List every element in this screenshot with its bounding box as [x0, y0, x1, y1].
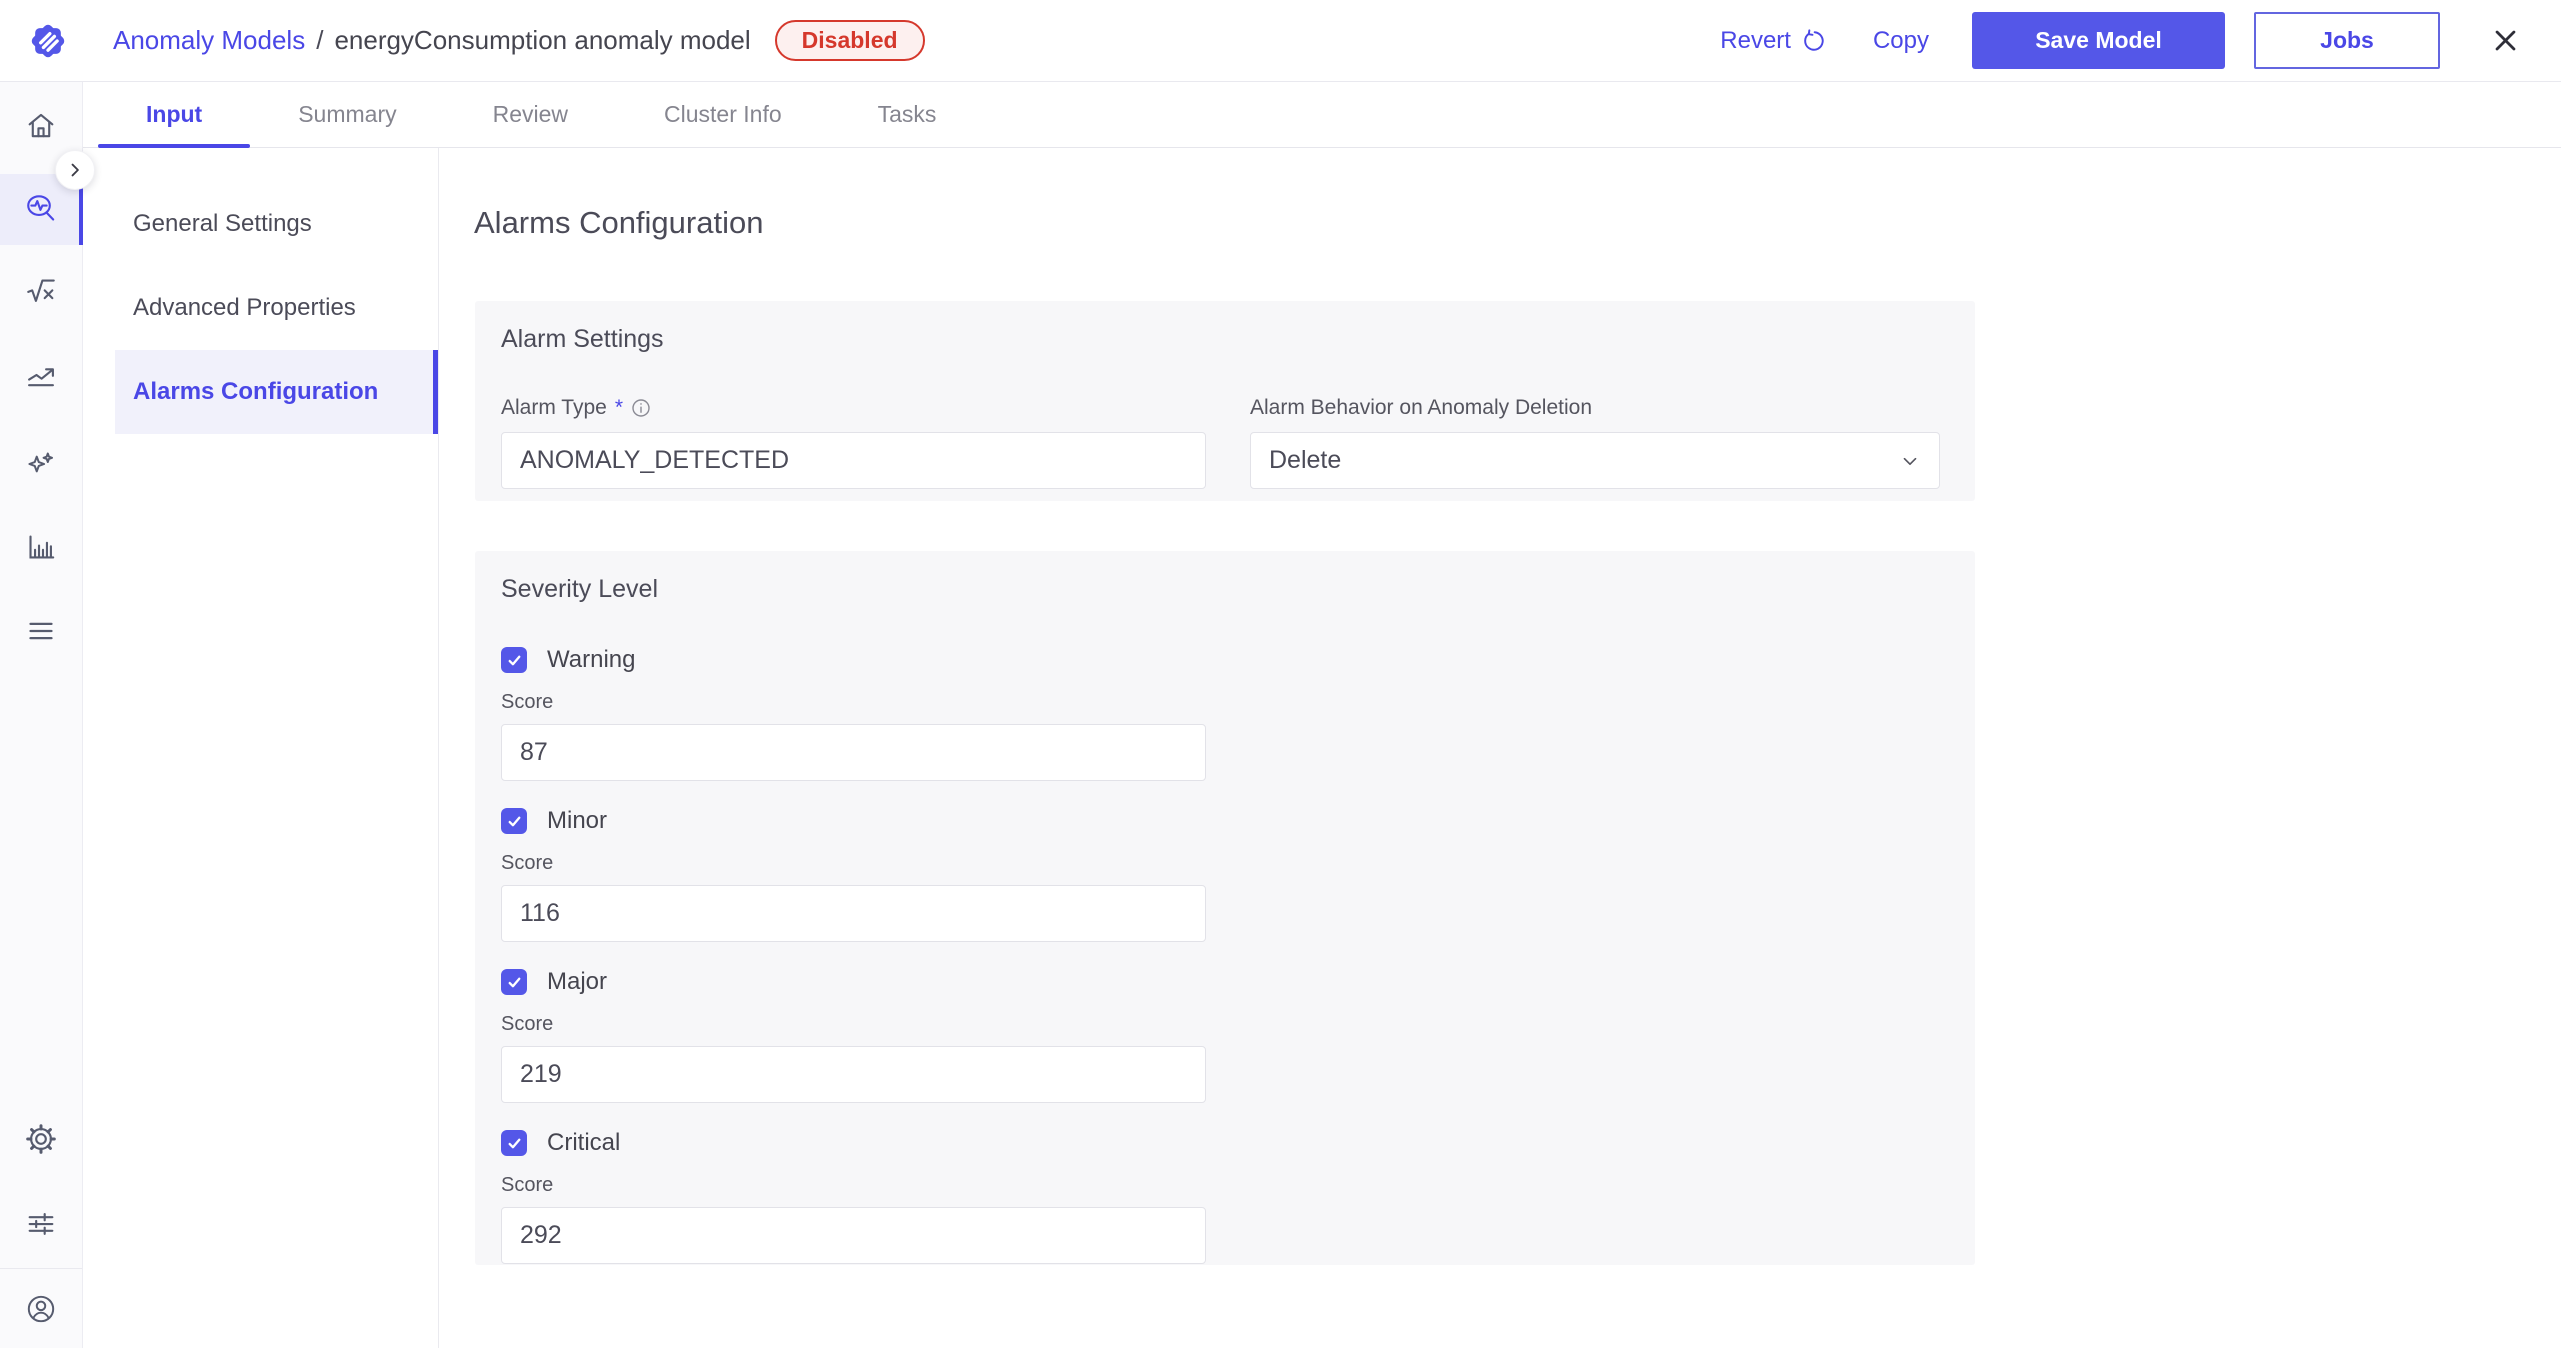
severity-row-major: Major Score	[501, 968, 1949, 1103]
breadcrumb-parent-link[interactable]: Anomaly Models	[113, 25, 305, 56]
warning-label: Warning	[547, 646, 636, 673]
alarm-behavior-label: Alarm Behavior on Anomaly Deletion	[1250, 396, 1940, 420]
main-content: Alarms Configuration Alarm Settings Alar…	[439, 148, 2561, 1348]
revert-button-label: Revert	[1720, 26, 1791, 54]
tab-input[interactable]: Input	[98, 82, 251, 148]
revert-button[interactable]: Revert	[1720, 27, 1827, 55]
critical-checkbox[interactable]	[501, 1130, 527, 1156]
jobs-button[interactable]: Jobs	[2254, 12, 2440, 69]
nav-item-general-settings[interactable]: General Settings	[115, 182, 438, 266]
alarm-behavior-selected-value: Delete	[1269, 446, 1342, 474]
minor-label: Minor	[547, 807, 608, 834]
warning-checkbox[interactable]	[501, 647, 527, 673]
save-model-button[interactable]: Save Model	[1972, 12, 2225, 69]
major-checkbox[interactable]	[501, 969, 527, 995]
severity-row-warning: Warning Score	[501, 646, 1949, 781]
tab-review[interactable]: Review	[445, 82, 616, 147]
functions-icon[interactable]	[24, 274, 58, 308]
status-badge: Disabled	[774, 20, 925, 61]
severity-level-card: Severity Level Warning Score Minor Score	[475, 551, 1975, 1265]
gear-icon[interactable]	[24, 1122, 58, 1156]
trends-icon[interactable]	[24, 360, 58, 394]
anomaly-search-icon	[24, 192, 58, 226]
menu-icon[interactable]	[24, 614, 58, 648]
score-label: Score	[501, 691, 554, 713]
tab-cluster-info[interactable]: Cluster Info	[616, 82, 830, 147]
alarm-settings-card: Alarm Settings Alarm Type * ANOMALY_DETE…	[475, 301, 1975, 501]
major-label: Major	[547, 968, 608, 995]
app-header: Anomaly Models / energyConsumption anoma…	[0, 0, 2561, 82]
copy-button-label: Copy	[1872, 26, 1929, 54]
score-label: Score	[501, 1013, 554, 1035]
nav-item-advanced-properties[interactable]: Advanced Properties	[115, 266, 438, 350]
severity-row-minor: Minor Score	[501, 807, 1949, 942]
profile-icon[interactable]	[24, 1292, 58, 1326]
breadcrumb: Anomaly Models / energyConsumption anoma…	[113, 25, 751, 56]
alarm-type-input[interactable]	[501, 432, 1206, 489]
score-label: Score	[501, 1174, 554, 1196]
tab-tasks[interactable]: Tasks	[830, 82, 985, 147]
chevron-down-icon	[1899, 450, 1921, 472]
info-icon[interactable]	[631, 398, 651, 418]
icon-rail	[0, 82, 83, 1348]
close-icon[interactable]	[2491, 26, 2520, 55]
warning-score-input[interactable]	[501, 724, 1206, 781]
required-marker: *	[614, 396, 624, 419]
minor-checkbox[interactable]	[501, 808, 527, 834]
tab-bar: Input Summary Review Cluster Info Tasks	[83, 82, 2561, 148]
revert-icon	[1801, 28, 1827, 54]
section-nav: General Settings Advanced Properties Ala…	[83, 148, 439, 1348]
insights-sparkles-icon[interactable]	[24, 447, 58, 481]
metrics-bar-chart-icon[interactable]	[24, 530, 58, 564]
alarm-settings-title: Alarm Settings	[501, 325, 664, 353]
breadcrumb-current: energyConsumption anomaly model	[334, 25, 751, 55]
score-label: Score	[501, 852, 554, 874]
nav-item-alarms-configuration[interactable]: Alarms Configuration	[115, 350, 438, 434]
chevron-right-icon	[65, 160, 85, 180]
app-logo-icon	[26, 19, 70, 63]
severity-level-title: Severity Level	[501, 575, 659, 603]
copy-button[interactable]: Copy	[1873, 27, 1929, 55]
expand-sidebar-button[interactable]	[55, 150, 95, 190]
major-score-input[interactable]	[501, 1046, 1206, 1103]
critical-score-input[interactable]	[501, 1207, 1206, 1264]
severity-row-critical: Critical Score	[501, 1129, 1949, 1264]
rail-divider	[0, 1268, 82, 1269]
tab-summary[interactable]: Summary	[250, 82, 444, 147]
alarm-behavior-select[interactable]: Delete	[1250, 432, 1940, 489]
alarm-behavior-field: Alarm Behavior on Anomaly Deletion Delet…	[1250, 396, 1940, 489]
preferences-sliders-icon[interactable]	[24, 1207, 58, 1241]
alarm-type-label: Alarm Type *	[501, 396, 1206, 420]
critical-label: Critical	[547, 1129, 621, 1156]
breadcrumb-separator: /	[316, 25, 324, 55]
alarm-type-field: Alarm Type *	[501, 396, 1206, 489]
home-icon[interactable]	[24, 109, 58, 143]
header-actions: Revert Copy Save Model Jobs	[1720, 12, 2520, 69]
alarm-type-label-text: Alarm Type	[501, 396, 607, 419]
page-title: Alarms Configuration	[474, 205, 764, 240]
alarm-behavior-label-text: Alarm Behavior on Anomaly Deletion	[1250, 396, 1593, 419]
minor-score-input[interactable]	[501, 885, 1206, 942]
